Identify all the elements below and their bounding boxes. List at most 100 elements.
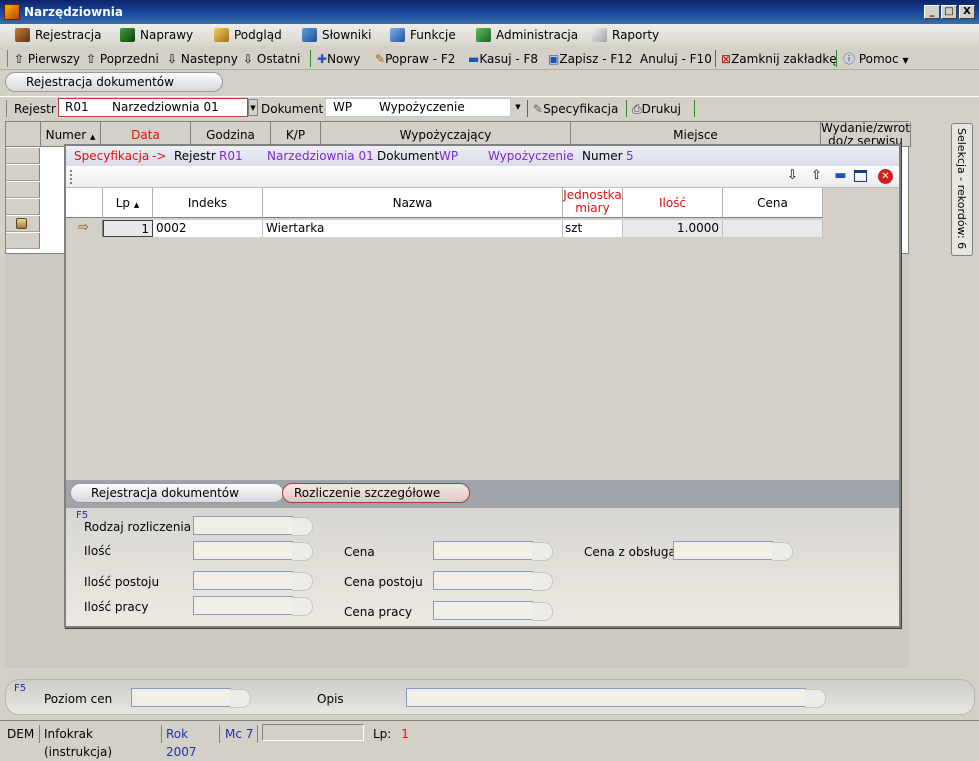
menu-funkcje[interactable]: Funkcje bbox=[390, 27, 456, 43]
tab-rozliczenie-szczegolowe[interactable]: Rozliczenie szczegółowe bbox=[282, 483, 470, 503]
cell-ilosc[interactable]: 1.0000 bbox=[623, 220, 723, 237]
tab-rejestracja-dokumentow[interactable]: Rejestracja dokumentów bbox=[5, 72, 223, 92]
menu-podglad[interactable]: Podgląd bbox=[214, 27, 282, 43]
window-icon[interactable] bbox=[854, 170, 867, 182]
bottom-f5-label: F5 bbox=[14, 683, 27, 694]
move-up-icon[interactable]: ⇧ bbox=[809, 169, 824, 184]
register-dropdown-button[interactable]: ▼ bbox=[248, 99, 258, 116]
help-button[interactable]: ⓘ Pomoc ▼ bbox=[843, 51, 909, 67]
row-indicator[interactable] bbox=[6, 148, 40, 164]
arrow-up-bar-icon: ⇧ bbox=[14, 52, 25, 66]
remove-row-icon[interactable]: ▬ bbox=[833, 169, 848, 184]
register-select[interactable]: R01 Narzedziownia 01 bbox=[58, 98, 248, 117]
arrow-up-icon: ⇧ bbox=[86, 52, 97, 66]
edit-button[interactable]: ✎Popraw - F2 bbox=[375, 51, 455, 67]
window-title: Narzędziownia bbox=[24, 5, 123, 19]
plus-icon: ✚ bbox=[317, 52, 328, 66]
col-header-lp[interactable]: Lp ▲ bbox=[103, 188, 153, 218]
cena-field[interactable] bbox=[433, 541, 553, 561]
col-header-cena[interactable]: Cena bbox=[723, 188, 823, 218]
status-bar: DEM Infokrak (instrukcja) Rok 2007 Mc 7 … bbox=[0, 720, 979, 759]
pen-icon bbox=[15, 28, 30, 42]
menu-raporty[interactable]: Raporty bbox=[592, 27, 659, 43]
menu-slowniki[interactable]: Słowniki bbox=[302, 27, 371, 43]
navigation-toolbar: ⇧ Pierwszy ⇧ Poprzedni ⇩ Nastepny ⇩ Osta… bbox=[0, 46, 979, 70]
cena-postoju-label: Cena postoju bbox=[344, 575, 423, 589]
new-button[interactable]: ✚Nowy bbox=[317, 51, 360, 67]
menu-label: Słowniki bbox=[322, 28, 372, 42]
toolbar-grip bbox=[7, 50, 8, 67]
opis-label: Opis bbox=[317, 692, 344, 706]
col-header-jm[interactable]: Jednostka miary bbox=[563, 188, 623, 218]
row-indicator[interactable] bbox=[6, 199, 40, 215]
menu-rejestracja[interactable]: Rejestracja bbox=[15, 27, 101, 43]
ilosc-pracy-field[interactable] bbox=[193, 596, 313, 616]
close-tab-icon: ⊠ bbox=[721, 52, 732, 66]
row-indicator[interactable] bbox=[6, 233, 40, 249]
row-indicator-current[interactable] bbox=[6, 216, 40, 232]
status-lp: Lp: 1 bbox=[370, 725, 420, 743]
panel-header-reg-name: Narzedziownia 01 bbox=[267, 149, 374, 163]
panel-header: Specyfikacja -> Rejestr R01 Narzedziowni… bbox=[66, 146, 899, 166]
functions-icon bbox=[390, 28, 405, 42]
last-button[interactable]: ⇩ Ostatni bbox=[243, 51, 300, 67]
cena-postoju-field[interactable] bbox=[433, 571, 553, 591]
row-indicator[interactable] bbox=[6, 165, 40, 181]
cell-lp[interactable]: 1 bbox=[103, 220, 153, 237]
cancel-button[interactable]: Anuluj - F10 bbox=[640, 51, 712, 67]
tab-rejestracja-dokumentow[interactable]: Rejestracja dokumentów bbox=[70, 483, 284, 503]
move-down-icon[interactable]: ⇩ bbox=[785, 169, 800, 184]
previous-button[interactable]: ⇧ Poprzedni bbox=[86, 51, 159, 67]
cell-nazwa[interactable]: Wiertarka bbox=[263, 220, 563, 237]
specification-button[interactable]: ✎Specyfikacja bbox=[533, 101, 618, 117]
document-name: Wypożyczenie bbox=[379, 100, 465, 114]
spec-label: Specyfikacja bbox=[543, 102, 619, 116]
cell-jm[interactable]: szt bbox=[563, 220, 623, 237]
maximize-button[interactable]: □ bbox=[941, 5, 957, 19]
cena-obsluga-field[interactable] bbox=[673, 541, 793, 561]
register-bar: Rejestr R01 Narzedziownia 01 ▼ Dokument … bbox=[0, 96, 979, 120]
ilosc-field[interactable] bbox=[193, 541, 313, 561]
save-button[interactable]: ▣Zapisz - F12 bbox=[548, 51, 633, 67]
cell-indeks[interactable]: 0002 bbox=[153, 220, 263, 237]
next-button[interactable]: ⇩ Nastepny bbox=[167, 51, 238, 67]
menu-label: Raporty bbox=[612, 28, 660, 42]
ilosc-postoju-field[interactable] bbox=[193, 571, 313, 591]
col-header-indeks[interactable]: Indeks bbox=[153, 188, 263, 218]
col-header-nazwa[interactable]: Nazwa bbox=[263, 188, 563, 218]
cena-pracy-field[interactable] bbox=[433, 601, 553, 621]
col-header-ilosc[interactable]: Ilość bbox=[623, 188, 723, 218]
first-button[interactable]: ⇧ Pierwszy bbox=[14, 51, 80, 67]
document-select[interactable]: WP Wypożyczenie bbox=[325, 98, 511, 117]
close-icon[interactable]: ✕ bbox=[878, 169, 893, 184]
delete-button[interactable]: ▬Kasuj - F8 bbox=[468, 51, 538, 67]
minimize-button[interactable]: _ bbox=[924, 5, 940, 19]
close-button[interactable]: X bbox=[959, 5, 975, 19]
ilosc-postoju-label: Ilość postoju bbox=[84, 575, 160, 589]
toolbar-separator bbox=[715, 50, 716, 67]
row-indicator-current[interactable]: ⇨ bbox=[66, 220, 103, 237]
selection-side-tab[interactable]: Selekcja - rekordów: 6 bbox=[951, 123, 973, 256]
status-progress bbox=[262, 724, 364, 741]
rodzaj-field[interactable] bbox=[193, 516, 313, 536]
menu-naprawy[interactable]: Naprawy bbox=[120, 27, 193, 43]
menu-administracja[interactable]: Administracja bbox=[476, 27, 578, 43]
document-dropdown-button[interactable]: ▼ bbox=[513, 99, 523, 116]
poziom-cen-field[interactable] bbox=[131, 688, 251, 708]
selection-label: Selekcja - rekordów: 6 bbox=[955, 128, 968, 250]
register-name: Narzedziownia 01 bbox=[112, 100, 219, 114]
first-label: Pierwszy bbox=[27, 52, 80, 66]
arrow-down-bar-icon: ⇩ bbox=[243, 52, 254, 66]
status-mc: Mc 7 bbox=[222, 725, 258, 743]
register-label: Rejestr bbox=[14, 102, 56, 116]
opis-field[interactable] bbox=[406, 688, 826, 708]
print-button[interactable]: ⎙Drukuj bbox=[632, 101, 681, 117]
ilosc-label: Ilość bbox=[84, 544, 112, 558]
status-lp-label: Lp: bbox=[373, 727, 392, 741]
close-tab-button[interactable]: ⊠Zamknij zakładkę bbox=[721, 51, 837, 67]
row-indicator[interactable] bbox=[6, 182, 40, 198]
chevron-down-icon: ▼ bbox=[902, 56, 909, 65]
folder-icon bbox=[214, 28, 229, 42]
status-user: Infokrak (instrukcja) bbox=[41, 725, 162, 759]
cell-cena[interactable] bbox=[723, 220, 823, 237]
